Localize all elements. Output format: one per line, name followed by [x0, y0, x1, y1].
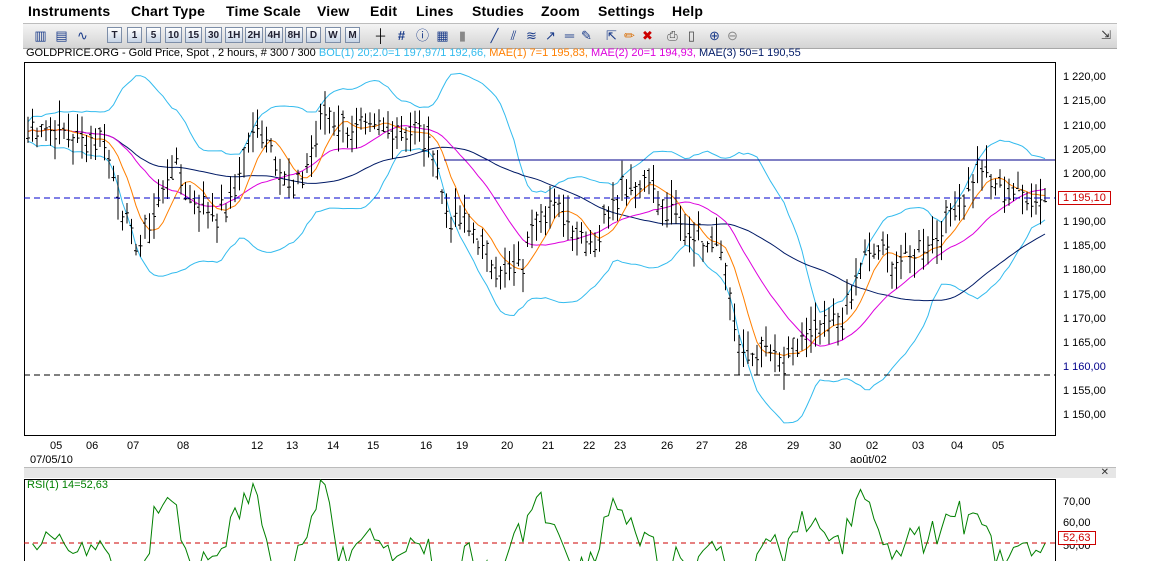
- zoom-in-icon[interactable]: ⊕: [706, 27, 723, 44]
- rsi-frame: [24, 479, 1056, 561]
- menu-lines[interactable]: Lines: [416, 3, 454, 19]
- close-panel-icon[interactable]: ✕: [1101, 467, 1109, 478]
- price-tick: 1 180,00: [1063, 264, 1106, 276]
- date-tick: 22: [583, 440, 596, 452]
- price-tick: 1 185,00: [1063, 240, 1106, 252]
- zoom-out-icon[interactable]: ⊖: [724, 27, 741, 44]
- rsi-chart[interactable]: [24, 479, 1116, 561]
- date-tick: 21: [542, 440, 555, 452]
- timeframe-15m-button[interactable]: 15: [185, 27, 202, 43]
- timeframe-1m-button[interactable]: 1: [127, 27, 142, 43]
- timeframe-2h-button[interactable]: 2H: [245, 27, 263, 43]
- rsi-current-badge: 52,63: [1058, 531, 1096, 545]
- price-tick: 1 190,00: [1063, 216, 1106, 228]
- toolbar: ▥ ▤ ∿ T 1 5 10 15 30 1H 2H 4H 8H D W M ┼…: [23, 23, 1117, 49]
- date-tick: 20: [501, 440, 514, 452]
- channel-icon[interactable]: ⫽: [505, 27, 522, 44]
- timeframe-4h-button[interactable]: 4H: [265, 27, 283, 43]
- price-chart[interactable]: [24, 48, 1116, 463]
- date-tick: 08: [177, 440, 190, 452]
- line-chart-icon[interactable]: ∿: [74, 27, 91, 44]
- price-tick: 1 155,00: [1063, 385, 1106, 397]
- date-tick: 14: [327, 440, 340, 452]
- date-tick: 23: [614, 440, 627, 452]
- date-tick: 03: [912, 440, 925, 452]
- crosshair-icon[interactable]: ┼: [372, 27, 389, 44]
- date-tick: 04: [951, 440, 964, 452]
- date-tick: 05: [992, 440, 1005, 452]
- horizontal-line-icon[interactable]: ═: [561, 27, 578, 44]
- date-tick: 29: [787, 440, 800, 452]
- timeframe-weekly-button[interactable]: W: [325, 27, 341, 43]
- price-tick: 1 150,00: [1063, 409, 1106, 421]
- date-tick: 27: [696, 440, 709, 452]
- info-icon[interactable]: ⓘ: [414, 27, 431, 44]
- print-preview-icon[interactable]: ▯: [683, 27, 700, 44]
- date-tick: 26: [661, 440, 674, 452]
- price-tick: 1 200,00: [1063, 168, 1106, 180]
- price-tick: 1 165,00: [1063, 337, 1106, 349]
- current-price-badge: 1 195,10: [1058, 191, 1111, 205]
- price-tick: 1 175,00: [1063, 289, 1106, 301]
- pencil-icon[interactable]: ✏: [621, 27, 638, 44]
- timeframe-5m-button[interactable]: 5: [146, 27, 161, 43]
- price-tick: 1 205,00: [1063, 144, 1106, 156]
- menu-time-scale[interactable]: Time Scale: [226, 3, 301, 19]
- date-tick: 06: [86, 440, 99, 452]
- grid-icon[interactable]: #: [393, 27, 410, 44]
- date-tick: 02: [866, 440, 879, 452]
- date-tick: 12: [251, 440, 264, 452]
- date-tick: 13: [286, 440, 299, 452]
- rsi-tick: 60,00: [1063, 517, 1091, 529]
- menu-help[interactable]: Help: [672, 3, 703, 19]
- menu-view[interactable]: View: [317, 3, 349, 19]
- timeframe-daily-button[interactable]: D: [306, 27, 321, 43]
- date-tick: 16: [420, 440, 433, 452]
- timeframe-10m-button[interactable]: 10: [165, 27, 182, 43]
- date-tick: 28: [735, 440, 748, 452]
- menu-edit[interactable]: Edit: [370, 3, 397, 19]
- expand-icon[interactable]: ⇲: [1101, 28, 1111, 42]
- timeframe-monthly-button[interactable]: M: [345, 27, 360, 43]
- timeframe-30m-button[interactable]: 30: [205, 27, 222, 43]
- date-tick: 05: [50, 440, 63, 452]
- fibonacci-icon[interactable]: ≋: [523, 27, 540, 44]
- date-tick: 15: [367, 440, 380, 452]
- arrow-line-icon[interactable]: ↗: [542, 27, 559, 44]
- candlestick-icon[interactable]: ▥: [32, 27, 49, 44]
- volume-icon[interactable]: ▮: [454, 27, 471, 44]
- start-date-label: 07/05/10: [30, 454, 73, 466]
- support-price-tick: 1 160,00: [1063, 361, 1106, 373]
- date-tick: 07: [127, 440, 140, 452]
- menu-chart-type[interactable]: Chart Type: [131, 3, 205, 19]
- month-label: août/02: [850, 454, 887, 466]
- trendline-icon[interactable]: ╱: [486, 27, 503, 44]
- menu-studies[interactable]: Studies: [472, 3, 524, 19]
- menu-settings[interactable]: Settings: [598, 3, 655, 19]
- bar-chart-icon[interactable]: ▤: [53, 27, 70, 44]
- price-tick: 1 220,00: [1063, 71, 1106, 83]
- panel-separator[interactable]: ✕: [24, 467, 1116, 478]
- text-tool-icon[interactable]: ✎: [578, 27, 595, 44]
- delete-icon[interactable]: ✖: [639, 27, 656, 44]
- date-tick: 19: [456, 440, 469, 452]
- rsi-info: RSI(1) 14=52,63: [27, 479, 109, 491]
- rsi-tick: 70,00: [1063, 496, 1091, 508]
- timeframe-1h-button[interactable]: 1H: [225, 27, 243, 43]
- date-tick: 30: [829, 440, 842, 452]
- timeframe-8h-button[interactable]: 8H: [285, 27, 303, 43]
- timeframe-tick-button[interactable]: T: [107, 27, 122, 43]
- price-tick: 1 170,00: [1063, 313, 1106, 325]
- menu-bar: Instruments Chart Type Time Scale View E…: [0, 0, 1176, 22]
- data-window-icon[interactable]: ▦: [434, 27, 451, 44]
- menu-zoom[interactable]: Zoom: [541, 3, 580, 19]
- select-tool-icon[interactable]: ⇱: [603, 27, 620, 44]
- menu-instruments[interactable]: Instruments: [28, 3, 110, 19]
- price-tick: 1 210,00: [1063, 120, 1106, 132]
- price-tick: 1 215,00: [1063, 95, 1106, 107]
- print-icon[interactable]: ⎙: [664, 27, 681, 44]
